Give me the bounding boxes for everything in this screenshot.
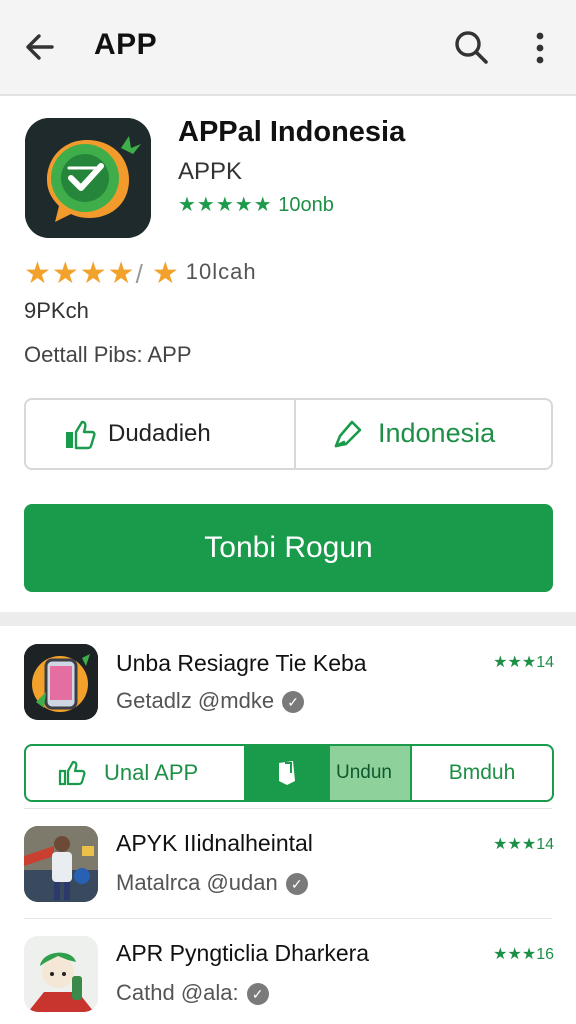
- tag-icon: [334, 420, 362, 448]
- extra-star-icon: ★: [151, 257, 180, 290]
- more-vert-icon[interactable]: [528, 30, 552, 66]
- section-separator: [0, 612, 576, 626]
- app-details: Oettall Pibs: APP: [24, 342, 192, 367]
- list-item-subtitle-text: Cathd @ala:: [116, 980, 239, 1005]
- app-name: APPal Indonesia: [178, 116, 406, 148]
- page-title: APP: [94, 28, 158, 61]
- app-icon: [25, 118, 151, 238]
- rating-count: 10onb: [278, 194, 334, 216]
- list-item-rating: ★★★14: [493, 654, 554, 671]
- segment-undun[interactable]: Undun: [330, 746, 410, 800]
- list-item[interactable]: APYK IIidnalheintal Matalrca @udan ✓ ★★★1…: [0, 822, 576, 912]
- like-button-label: Dudadieh: [108, 420, 211, 447]
- list-divider: [24, 808, 552, 809]
- segmented-control: Unal APP Undun Bmduh: [24, 744, 554, 802]
- list-item-title: Unba Resiagre Tie Keba: [116, 650, 367, 676]
- list-divider: [24, 918, 552, 919]
- segment-unal-app[interactable]: Unal APP: [26, 746, 244, 800]
- list-item-subtitle-text: Getadlz @mdke: [116, 688, 275, 713]
- segment-icon-button[interactable]: [244, 746, 330, 800]
- list-item-rating: ★★★16: [493, 946, 554, 963]
- thumbs-up-icon: [66, 420, 96, 450]
- top-app-bar: APP: [0, 0, 576, 96]
- install-button[interactable]: Tonbi Rogun: [24, 504, 553, 592]
- bookmark-icon: [279, 761, 295, 785]
- list-item[interactable]: Unba Resiagre Tie Keba Getadlz @mdke ✓ ★★…: [0, 640, 576, 730]
- list-item-icon: [24, 936, 98, 1012]
- big-rating: ★★★★/★ 10lcah: [24, 256, 257, 291]
- verified-icon: ✓: [282, 691, 305, 714]
- segment-unal-app-label: Unal APP: [104, 760, 199, 785]
- segment-bmduh[interactable]: Bmduh: [410, 746, 552, 800]
- verified-icon: ✓: [246, 983, 269, 1006]
- segment-undun-label: Undun: [336, 762, 392, 783]
- list-item-icon: [24, 644, 98, 720]
- list-item-subtitle: Matalrca @udan ✓: [116, 870, 308, 896]
- list-item-subtitle: Cathd @ala: ✓: [116, 980, 269, 1006]
- thumbs-up-icon: [58, 760, 86, 786]
- big-rating-stars: ★★★★: [24, 257, 136, 290]
- list-item-subtitle: Getadlz @mdke ✓: [116, 688, 305, 714]
- verified-icon: ✓: [285, 873, 308, 896]
- list-item-title: APR Pyngticlia Dharkera: [116, 940, 370, 966]
- language-button[interactable]: Indonesia: [296, 400, 551, 468]
- big-rating-count: 10lcah: [185, 259, 257, 284]
- list-item-icon: [24, 826, 98, 902]
- rating-stars: ★★★★★: [178, 194, 273, 216]
- app-developer: APPK: [178, 158, 243, 185]
- like-button[interactable]: Dudadieh: [26, 400, 294, 468]
- action-button-row: Dudadieh Indonesia: [24, 398, 553, 470]
- arrow-left-icon[interactable]: [22, 29, 58, 65]
- list-item[interactable]: APR Pyngticlia Dharkera Cathd @ala: ✓ ★★★…: [0, 932, 576, 1024]
- list-item-rating: ★★★14: [493, 836, 554, 853]
- list-item-subtitle-text: Matalrca @udan: [116, 870, 278, 895]
- segment-bmduh-label: Bmduh: [448, 761, 516, 784]
- app-size: 9PKch: [24, 298, 89, 323]
- list-item-title: APYK IIidnalheintal: [116, 830, 313, 856]
- search-icon[interactable]: [452, 28, 490, 66]
- rating-separator: /: [135, 259, 144, 289]
- language-button-label: Indonesia: [378, 418, 496, 448]
- app-rating-summary: ★★★★★ 10onb: [178, 192, 334, 217]
